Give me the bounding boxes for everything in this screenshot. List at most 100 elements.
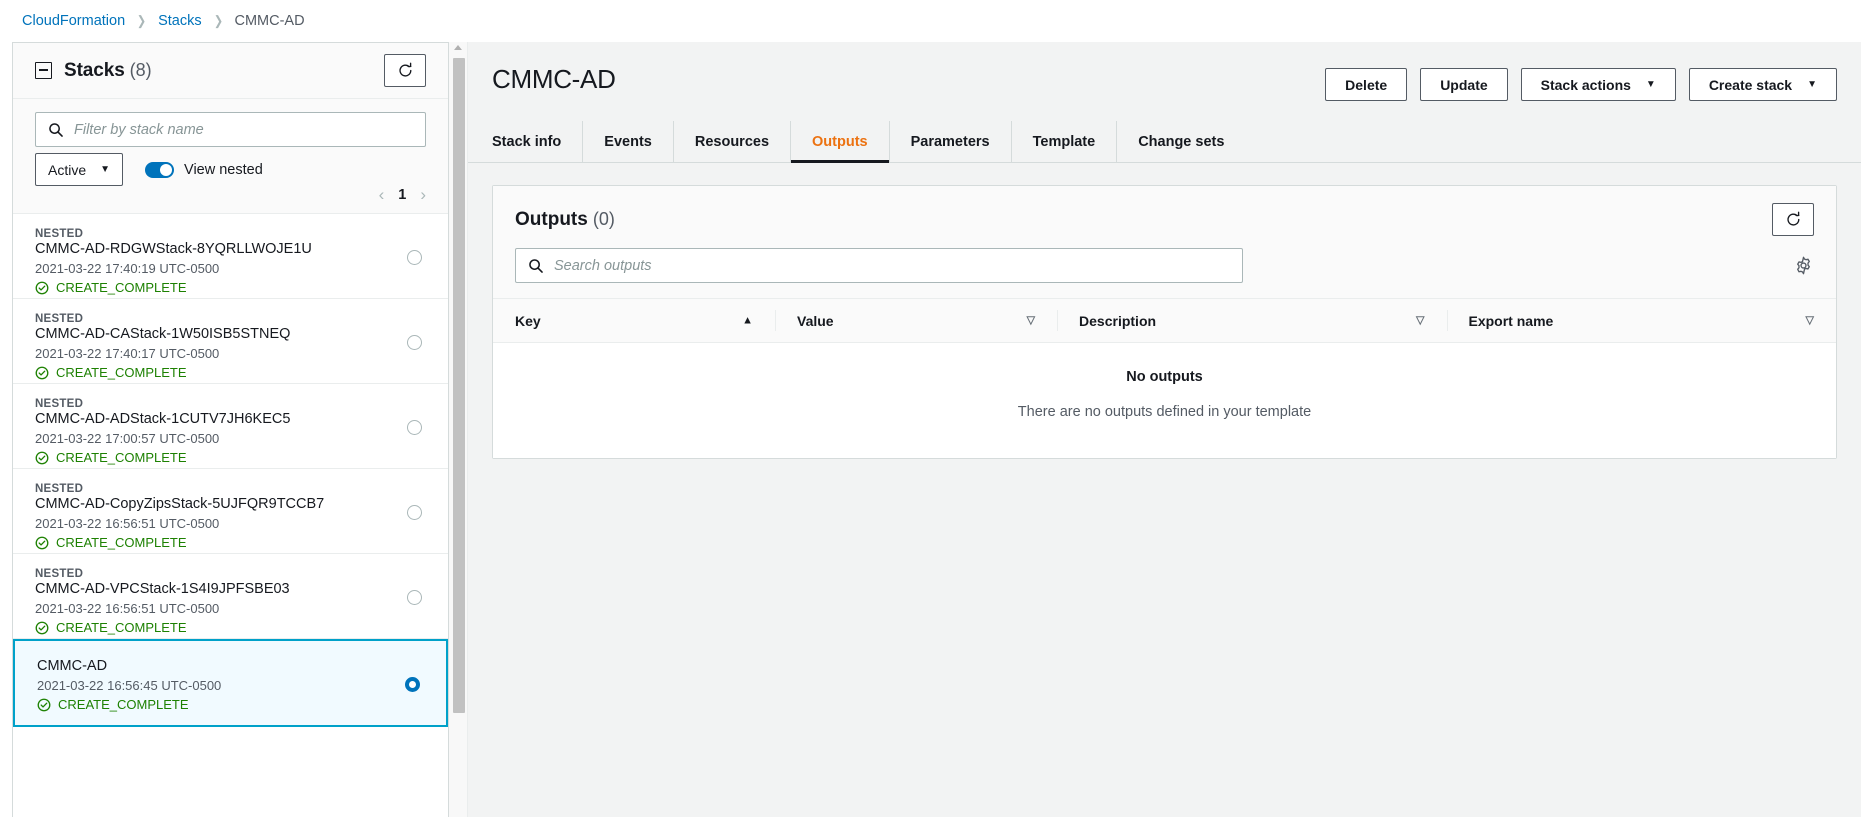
stack-status-select[interactable]: Active ▼ (35, 153, 124, 186)
tab-label: Outputs (812, 133, 868, 150)
pagination-page-number[interactable]: 1 (398, 187, 406, 203)
column-header-key[interactable]: Key ▲ (493, 298, 776, 343)
stack-name-filter-placeholder: Filter by stack name (74, 121, 204, 138)
column-header-label: Key (515, 312, 541, 329)
stack-actions-button[interactable]: Stack actions ▼ (1520, 68, 1676, 101)
stack-name: CMMC-AD (37, 658, 108, 674)
chevron-down-icon: ▼ (1645, 78, 1656, 90)
stack-nested-badge: NESTED (35, 313, 84, 325)
refresh-stacks-button[interactable] (384, 54, 426, 87)
stack-list-item[interactable]: NESTED CMMC-AD-CopyZipsStack-5UJFQR9TCCB7… (13, 469, 448, 554)
stack-name-filter-input[interactable]: Filter by stack name (35, 112, 426, 147)
stack-status-select-value: Active (48, 161, 87, 178)
column-sort-icon[interactable]: ▽ (1027, 315, 1035, 326)
tab-label: Parameters (910, 133, 990, 150)
stack-name: CMMC-AD-RDGWStack-8YQRLLWOJE1U (35, 241, 312, 257)
tab-parameters[interactable]: Parameters (890, 121, 1012, 162)
stack-status: CREATE_COMPLETE (35, 620, 426, 635)
stack-name: CMMC-AD-CAStack-1W50ISB5STNEQ (35, 326, 291, 342)
stack-status-label: CREATE_COMPLETE (56, 620, 187, 635)
stack-list-item[interactable]: NESTED CMMC-AD-ADStack-1CUTV7JH6KEC5 2021-… (13, 384, 448, 469)
status-success-icon (35, 621, 49, 634)
stack-select-radio[interactable] (407, 590, 422, 605)
breadcrumb-item-stacks[interactable]: Stacks (158, 13, 202, 29)
delete-button[interactable]: Delete (1325, 68, 1408, 101)
column-header-label: Export name (1468, 312, 1554, 329)
stack-status-label: CREATE_COMPLETE (56, 535, 187, 550)
collapse-panel-icon[interactable] (35, 62, 52, 79)
pagination-prev-icon[interactable]: ‹ (379, 186, 385, 203)
column-header-label: Value (797, 312, 834, 329)
stack-detail-tabs: Stack info Events Resources Outputs Paramete… (468, 121, 1861, 163)
delete-button-label: Delete (1345, 76, 1388, 93)
stack-nested-badge: NESTED (35, 228, 84, 240)
breadcrumb-item-cloudformation[interactable]: CloudFormation (22, 13, 125, 29)
scroll-up-arrow-icon[interactable] (454, 45, 462, 50)
column-header-label: Description (1079, 312, 1157, 329)
view-nested-toggle[interactable]: View nested (145, 161, 263, 178)
outputs-table-body: No outputs There are no outputs defined … (493, 342, 1836, 458)
stack-list-item[interactable]: NESTED CMMC-AD-VPCStack-1S4I9JPFSBE03 2021… (13, 554, 448, 639)
stack-select-radio[interactable] (405, 677, 420, 692)
stack-timestamp: 2021-03-22 16:56:45 UTC-0500 (37, 678, 222, 693)
view-nested-toggle-switch[interactable] (145, 161, 175, 178)
tab-events[interactable]: Events (583, 121, 674, 162)
refresh-outputs-button[interactable] (1772, 203, 1814, 236)
stack-status-label: CREATE_COMPLETE (56, 365, 187, 380)
tab-template[interactable]: Template (1012, 121, 1118, 162)
outputs-panel-title: Outputs (515, 208, 588, 230)
tab-resources[interactable]: Resources (674, 121, 792, 162)
breadcrumb-item-current: CMMC-AD (234, 13, 305, 29)
status-success-icon (35, 451, 49, 464)
pagination-next-icon[interactable]: › (420, 186, 426, 203)
stack-name: CMMC-AD-VPCStack-1S4I9JPFSBE03 (35, 581, 290, 597)
stack-status-label: CREATE_COMPLETE (56, 450, 187, 465)
gear-icon (1796, 256, 1810, 275)
stacks-list-scrollbar[interactable] (449, 42, 468, 817)
stacks-controls-row: Active ▼ View nested (35, 147, 426, 186)
filter-row: Filter by stack name (35, 99, 426, 147)
column-header-export-name[interactable]: Export name ▽ (1446, 298, 1836, 343)
refresh-icon (398, 62, 411, 77)
stack-select-radio[interactable] (407, 420, 422, 435)
column-header-value[interactable]: Value ▽ (775, 298, 1058, 343)
breadcrumb-separator-icon: ❯ (213, 13, 223, 28)
stack-select-radio[interactable] (407, 335, 422, 350)
stacks-list: NESTED CMMC-AD-RDGWStack-8YQRLLWOJE1U 2021… (13, 213, 448, 817)
stack-list-item[interactable]: NESTED CMMC-AD-RDGWStack-8YQRLLWOJE1U 2021… (13, 214, 448, 299)
stack-list-item[interactable]: CMMC-AD 2021-03-22 16:56:45 UTC-0500 CREAT… (13, 639, 448, 727)
scrollbar-thumb[interactable] (453, 58, 465, 713)
create-stack-button[interactable]: Create stack ▼ (1688, 68, 1837, 101)
stack-status: CREATE_COMPLETE (35, 450, 426, 465)
update-button-label: Update (1440, 76, 1488, 93)
outputs-preferences-button[interactable] (1792, 255, 1814, 277)
tab-outputs[interactable]: Outputs (791, 121, 890, 163)
stack-select-radio[interactable] (407, 250, 422, 265)
breadcrumb: CloudFormation ❯ Stacks ❯ CMMC-AD (0, 0, 1861, 42)
outputs-empty-state: No outputs There are no outputs defined … (493, 342, 1836, 458)
create-stack-button-label: Create stack (1708, 76, 1793, 93)
stack-timestamp: 2021-03-22 17:40:17 UTC-0500 (35, 346, 220, 361)
tab-label: Template (1032, 133, 1096, 150)
outputs-search-row: Search outputs (493, 248, 1836, 298)
status-success-icon (35, 281, 49, 294)
tab-change-sets[interactable]: Change sets (1117, 121, 1245, 162)
column-sort-icon[interactable]: ▽ (1806, 315, 1814, 326)
stack-name: CMMC-AD-ADStack-1CUTV7JH6KEC5 (35, 411, 291, 427)
stacks-sidebar: Stacks (8) Filter by stack name Active ▼… (12, 42, 449, 817)
stack-nested-badge: NESTED (35, 568, 84, 580)
page-title: CMMC-AD (492, 64, 616, 94)
column-sort-icon[interactable]: ▲ (742, 315, 753, 326)
stack-select-radio[interactable] (407, 505, 422, 520)
tab-label: Events (604, 133, 652, 150)
refresh-icon (1786, 211, 1799, 226)
stack-list-item[interactable]: NESTED CMMC-AD-CAStack-1W50ISB5STNEQ 2021-… (13, 299, 448, 384)
outputs-search-input[interactable]: Search outputs (515, 248, 1243, 283)
update-button[interactable]: Update (1420, 68, 1508, 101)
column-header-description[interactable]: Description ▽ (1057, 298, 1447, 343)
chevron-down-icon: ▼ (100, 163, 111, 175)
column-sort-icon[interactable]: ▽ (1416, 315, 1424, 326)
stack-name: CMMC-AD-CopyZipsStack-5UJFQR9TCCB7 (35, 496, 325, 512)
tab-stack-info[interactable]: Stack info (492, 121, 584, 162)
outputs-table: Key ▲ Value ▽ Description ▽ Export name ▽ No ou… (493, 298, 1836, 458)
